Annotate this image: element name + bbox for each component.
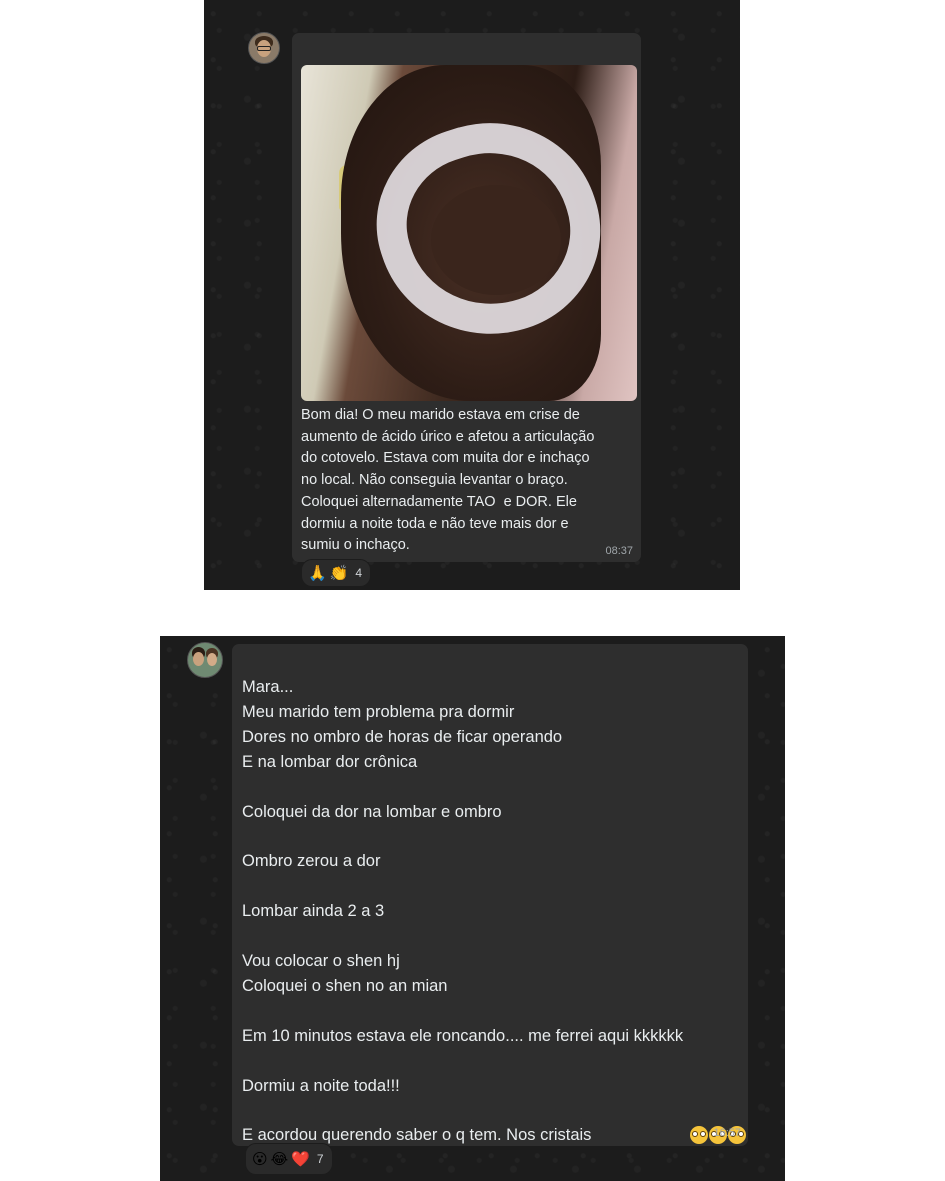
laughing-face-icon: 😂 <box>270 1150 289 1168</box>
chat-screenshot-1: Bom dia! O meu marido estava em crise de… <box>204 0 740 590</box>
message-timestamp: 08:37 <box>605 545 633 557</box>
message-text: Bom dia! O meu marido estava em crise de… <box>301 407 595 554</box>
chat-screenshot-2: Mara... Meu marido tem problema pra dorm… <box>160 636 785 1181</box>
reactions-bar[interactable]: 😮 😂 ❤️ 7 <box>245 1143 333 1175</box>
message-photo[interactable] <box>301 65 637 401</box>
surprised-face-icon: 😮 <box>252 1150 268 1168</box>
clapping-hands-icon: 👏 <box>329 564 349 582</box>
flushed-face-icon <box>690 1126 708 1144</box>
reactions-bar[interactable]: 🙏 👏 4 <box>301 559 372 587</box>
sender-avatar[interactable] <box>187 642 223 678</box>
message-bubble[interactable]: Bom dia! O meu marido estava em crise de… <box>292 33 641 562</box>
praying-hands-icon: 🙏 <box>308 564 327 582</box>
message-timestamp: 16:57 <box>713 1127 741 1139</box>
reaction-count: 7 <box>316 1152 324 1166</box>
message-bubble[interactable]: Mara... Meu marido tem problema pra dorm… <box>232 644 748 1146</box>
message-text: Mara... Meu marido tem problema pra dorm… <box>242 678 684 1145</box>
reaction-count: 4 <box>355 566 363 580</box>
sender-avatar[interactable] <box>248 32 280 64</box>
red-heart-icon: ❤️ <box>291 1150 310 1168</box>
photo-elbow-patch <box>431 185 561 295</box>
